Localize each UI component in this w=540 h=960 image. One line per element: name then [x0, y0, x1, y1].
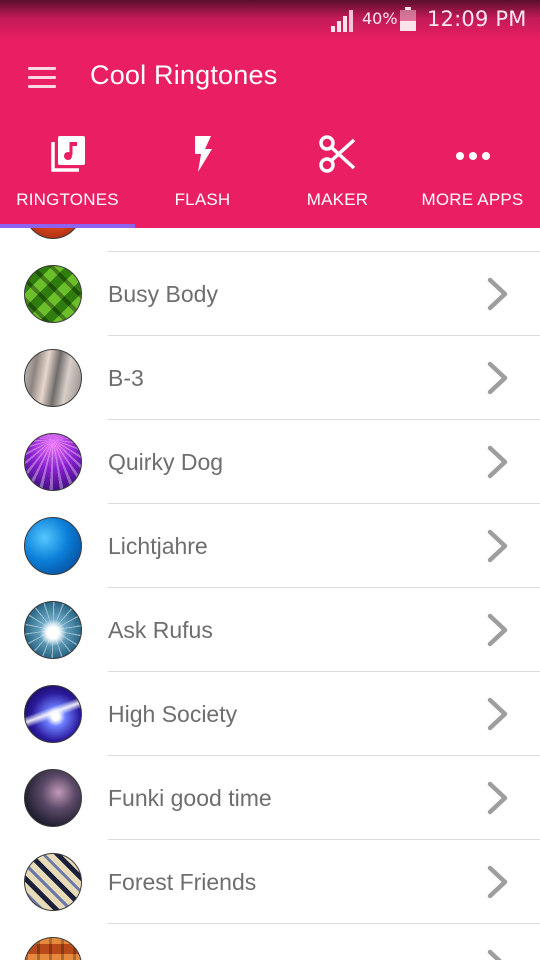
ringtone-name: Lichtjahre	[108, 533, 208, 559]
tab-flash[interactable]: FLASH	[135, 116, 270, 228]
chevron-right-icon	[487, 697, 508, 731]
chevron-right-icon	[487, 781, 508, 815]
list-item[interactable]: Forest Friends	[0, 840, 540, 924]
ringtone-thumbnail	[24, 517, 82, 575]
more-dots-icon	[455, 152, 490, 160]
music-library-icon	[50, 136, 85, 172]
tab-label: MORE APPS	[421, 190, 524, 209]
battery-icon	[400, 7, 416, 31]
ringtone-thumbnail	[24, 769, 82, 827]
ringtone-name: High Society	[108, 701, 238, 727]
ringtone-name: Quirky Dog	[108, 449, 224, 475]
list-item[interactable]: Busy Body	[0, 252, 540, 336]
list-item[interactable]: Lichtjahre	[0, 504, 540, 588]
ringtone-list[interactable]: Busy Body B-3 Quirky Dog Lichtjahre Ask …	[0, 228, 540, 960]
battery-percent: 40%	[362, 9, 398, 28]
list-item[interactable]: Ask Rufus	[0, 588, 540, 672]
chevron-right-icon	[487, 445, 508, 479]
ringtone-thumbnail	[24, 853, 82, 911]
tab-more-apps[interactable]: MORE APPS	[405, 116, 540, 228]
chevron-right-icon	[487, 613, 508, 647]
ringtone-thumbnail	[24, 937, 82, 960]
chevron-right-icon	[487, 529, 508, 563]
chevron-right-icon	[487, 277, 508, 311]
status-bar: 40% 12:09 PM	[0, 0, 540, 40]
ringtone-thumbnail	[24, 349, 82, 407]
ringtone-thumbnail	[24, 265, 82, 323]
clock: 12:09 PM	[427, 7, 527, 31]
flash-icon	[194, 136, 212, 172]
list-item[interactable]: High Society	[0, 672, 540, 756]
scissors-icon	[318, 135, 355, 173]
list-item[interactable]: Funki good time	[0, 756, 540, 840]
chevron-right-icon	[487, 361, 508, 395]
list-item[interactable]: Quirky Dog	[0, 420, 540, 504]
tab-maker[interactable]: MAKER	[270, 116, 405, 228]
ringtone-name: Busy Body	[108, 281, 218, 307]
chevron-right-icon	[487, 949, 502, 960]
ringtone-thumbnail	[24, 685, 82, 743]
ringtone-thumbnail	[24, 228, 82, 239]
ringtone-name: Ask Rufus	[108, 617, 213, 643]
tab-bar: RINGTONES FLASH MAKER MORE APPS	[0, 116, 540, 228]
tab-ringtones[interactable]: RINGTONES	[0, 116, 135, 228]
app-title: Cool Ringtones	[90, 60, 278, 90]
list-item[interactable]	[0, 924, 540, 960]
ringtone-name: B-3	[108, 365, 144, 391]
ringtone-thumbnail	[24, 433, 82, 491]
ringtone-name: Funki good time	[108, 785, 272, 811]
ringtone-name: Forest Friends	[108, 869, 257, 895]
hamburger-menu-icon[interactable]	[28, 67, 56, 89]
ringtone-thumbnail	[24, 601, 82, 659]
tab-label: FLASH	[174, 190, 231, 209]
list-item[interactable]	[0, 228, 540, 252]
signal-icon	[331, 10, 353, 32]
app-bar: Cool Ringtones	[0, 40, 540, 116]
tab-label: RINGTONES	[16, 190, 119, 209]
chevron-right-icon	[487, 865, 508, 899]
tab-label: MAKER	[306, 190, 369, 209]
list-item[interactable]: B-3	[0, 336, 540, 420]
